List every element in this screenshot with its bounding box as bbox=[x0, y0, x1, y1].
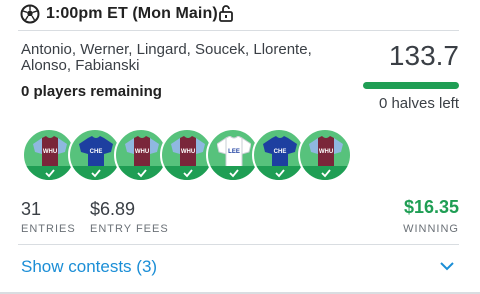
jersey-team-label: CHE bbox=[274, 149, 287, 155]
winning-value: $16.35 bbox=[403, 197, 459, 217]
check-icon bbox=[137, 169, 147, 178]
entry-fees-label: ENTRY FEES bbox=[90, 223, 169, 235]
header-divider bbox=[18, 30, 459, 31]
check-icon bbox=[229, 169, 239, 178]
entries-label: ENTRIES bbox=[21, 223, 76, 235]
halves-progress-bar bbox=[363, 82, 459, 89]
unlock-icon[interactable] bbox=[218, 4, 234, 22]
entry-fees-value: $6.89 bbox=[90, 199, 136, 219]
check-icon bbox=[183, 169, 193, 178]
check-icon bbox=[321, 169, 331, 178]
jersey-badge: WHU bbox=[298, 128, 352, 182]
soccer-ball-icon bbox=[20, 4, 40, 24]
halves-progress-fill bbox=[363, 82, 459, 89]
jersey-team-label: WHU bbox=[43, 149, 57, 155]
halves-left: 0 halves left bbox=[378, 95, 459, 112]
chevron-down-icon[interactable] bbox=[439, 259, 455, 273]
lineup-points: 133.7 bbox=[388, 40, 459, 71]
jersey-team-label: WHU bbox=[319, 149, 333, 155]
jersey-whu: WHU bbox=[298, 128, 352, 182]
check-icon bbox=[91, 169, 101, 178]
jersey-team-label: LEE bbox=[228, 149, 240, 155]
players-remaining: 0 players remaining bbox=[21, 83, 162, 100]
winning-label: WINNING bbox=[403, 223, 459, 235]
jersey-team-label: WHU bbox=[135, 149, 149, 155]
check-icon bbox=[45, 169, 55, 178]
lineup-jerseys: WHU CHE WHU WHU LEE CHE WHU bbox=[22, 128, 352, 182]
jersey-team-label: WHU bbox=[181, 149, 195, 155]
entries-value: 31 bbox=[21, 199, 42, 219]
contest-header: 1:00pm ET (Mon Main) bbox=[0, 0, 480, 30]
lineup-players: Antonio, Werner, Lingard, Soucek, Lloren… bbox=[21, 41, 312, 74]
contest-title: 1:00pm ET (Mon Main) bbox=[46, 5, 218, 22]
check-icon bbox=[275, 169, 285, 178]
jersey-team-label: CHE bbox=[90, 149, 103, 155]
show-contests-link[interactable]: Show contests (3) bbox=[21, 257, 157, 277]
stats-divider bbox=[18, 244, 459, 245]
